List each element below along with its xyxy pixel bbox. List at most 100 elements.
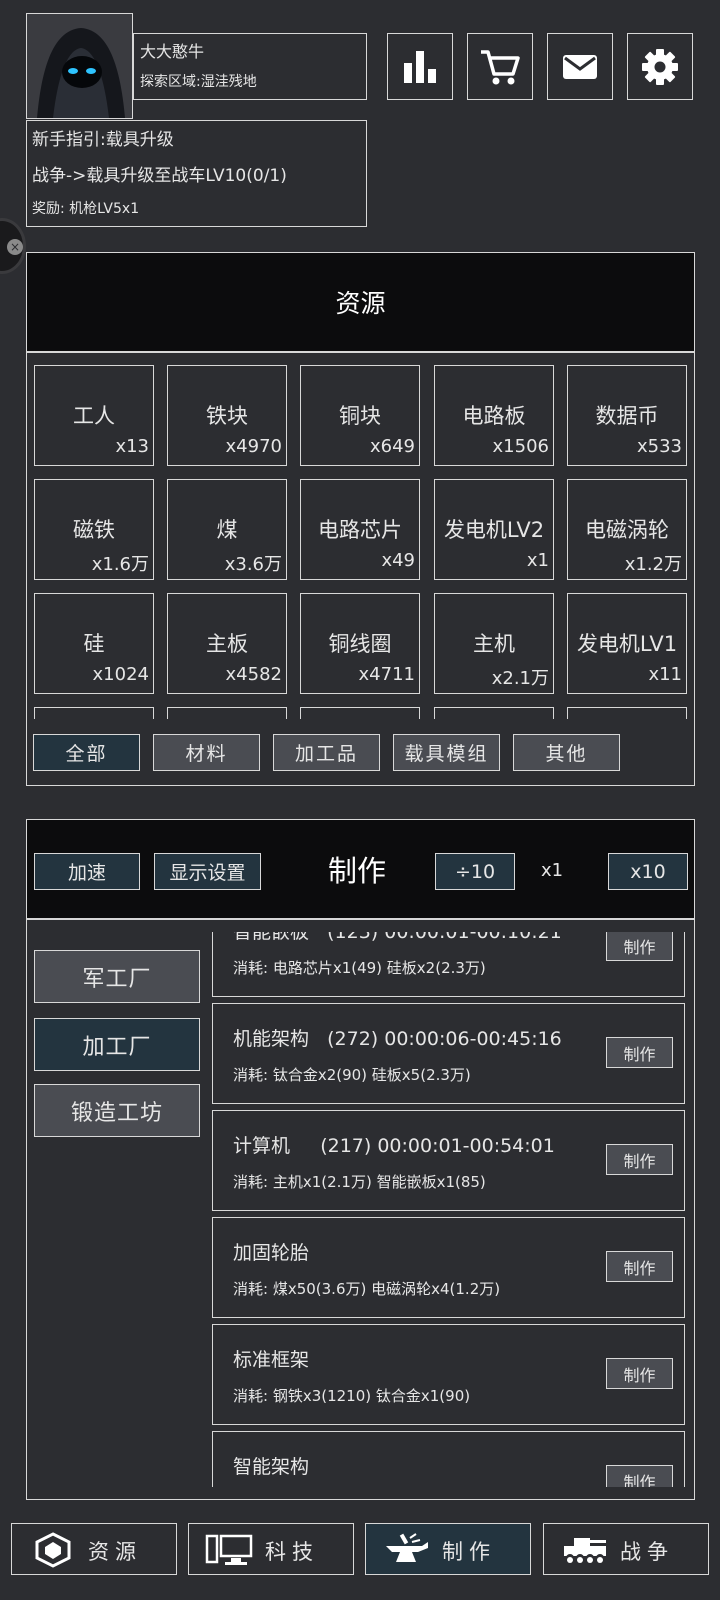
- resource-card[interactable]: 数据币 x533: [567, 365, 687, 466]
- craft-multiplier: x1: [541, 860, 564, 881]
- guide-title: 新手指引:载具升级: [32, 130, 174, 150]
- make-button[interactable]: 制作: [606, 1251, 673, 1282]
- player-name: 大大憨牛: [140, 42, 205, 61]
- factory-tab[interactable]: 锻造工坊: [34, 1084, 200, 1137]
- make-button[interactable]: 制作: [606, 1037, 673, 1068]
- resource-name: 发电机LV1: [576, 632, 678, 656]
- resource-card[interactable]: 电磁涡轮 x1.2万: [567, 479, 687, 580]
- resource-card[interactable]: [300, 707, 420, 719]
- nav-tab-label: 战争: [620, 1540, 674, 1564]
- resource-card[interactable]: 铜块 x649: [300, 365, 420, 466]
- resource-card[interactable]: 硅 x1024: [34, 593, 154, 694]
- resources-panel: 资源 工人 x13 铁块 x4970 铜块 x649 电路板 x1506 数据币 x533 磁铁 x1…: [26, 252, 695, 786]
- guide-task: 战争->载具升级至战车LV10(0/1): [32, 166, 287, 186]
- resource-count: x13: [115, 436, 149, 457]
- resource-card[interactable]: [34, 707, 154, 719]
- resource-card[interactable]: 主板 x4582: [167, 593, 287, 694]
- resource-count: x49: [381, 550, 415, 571]
- stats-icon: [404, 50, 436, 83]
- resource-card[interactable]: [434, 707, 554, 719]
- resource-name: 电路板: [462, 404, 526, 428]
- settings-button[interactable]: [627, 33, 693, 100]
- resource-count: x4582: [225, 664, 282, 685]
- resource-name: 磁铁: [73, 518, 115, 542]
- factory-tab[interactable]: 军工厂: [34, 950, 200, 1003]
- resource-card[interactable]: [167, 707, 287, 719]
- recipe-card: 计算机 (217) 00:00:01-00:54:01 消耗: 主机x1(2.1万…: [212, 1110, 685, 1211]
- display-settings-button[interactable]: 显示设置: [154, 853, 261, 890]
- nav-tab-label: 制作: [442, 1540, 496, 1564]
- nav-tab-label: 科技: [265, 1540, 319, 1564]
- resource-card[interactable]: 工人 x13: [34, 365, 154, 466]
- stats-button[interactable]: [387, 33, 453, 100]
- resource-card[interactable]: 磁铁 x1.6万: [34, 479, 154, 580]
- resource-card[interactable]: 发电机LV2 x1: [434, 479, 554, 580]
- resource-grid[interactable]: 工人 x13 铁块 x4970 铜块 x649 电路板 x1506 数据币 x533 磁铁 x1.6万…: [27, 355, 694, 719]
- explore-zone: 探索区域:湿洼残地: [140, 74, 257, 90]
- recipe-list[interactable]: 智能嵌板 (123) 00:00:01-00:10:21 消耗: 电路芯片x1(4…: [212, 932, 694, 1487]
- nav-tab[interactable]: 制作: [365, 1523, 531, 1575]
- resource-name: 电磁涡轮: [585, 518, 669, 542]
- make-button[interactable]: 制作: [606, 1465, 673, 1487]
- make-button[interactable]: 制作: [606, 1358, 673, 1389]
- filter-tab[interactable]: 材料: [153, 734, 260, 771]
- mail-button[interactable]: [547, 33, 613, 100]
- guide-reward: 奖励: 机枪LV5x1: [32, 201, 140, 217]
- recipe-title: 智能嵌板 (123) 00:00:01-00:10:21: [233, 932, 562, 943]
- resource-card[interactable]: [567, 707, 687, 719]
- make-button[interactable]: 制作: [606, 932, 673, 961]
- factory-tab[interactable]: 加工厂: [34, 1018, 200, 1071]
- craft-panel: 加速 显示设置 制作 ÷10 x1 x10 军工厂加工厂锻造工坊 智能嵌板 (1…: [26, 819, 695, 1500]
- player-info: 大大憨牛 探索区域:湿洼残地: [133, 33, 367, 100]
- resource-name: 工人: [73, 404, 115, 428]
- recipe-title: 机能架构 (272) 00:00:06-00:45:16: [233, 1028, 562, 1050]
- multiply-ten-button[interactable]: x10: [608, 853, 688, 890]
- newbie-guide[interactable]: 新手指引:载具升级 战争->载具升级至战车LV10(0/1) 奖励: 机枪LV5…: [26, 120, 367, 227]
- resource-name: 铁块: [206, 404, 248, 428]
- recipe-cost: 消耗: 煤x50(3.6万) 电磁涡轮x4(1.2万): [233, 1280, 501, 1298]
- nav-tab[interactable]: 战争: [543, 1523, 709, 1575]
- filter-tab[interactable]: 载具模组: [393, 734, 500, 771]
- resource-card[interactable]: 主机 x2.1万: [434, 593, 554, 694]
- resource-card[interactable]: 铜线圈 x4711: [300, 593, 420, 694]
- filter-tab[interactable]: 全部: [33, 734, 140, 771]
- avatar[interactable]: [26, 13, 133, 119]
- recipe-title: 计算机 (217) 00:00:01-00:54:01: [233, 1135, 555, 1157]
- resource-card[interactable]: 煤 x3.6万: [167, 479, 287, 580]
- recipe-title: 标准框架: [233, 1349, 310, 1371]
- make-button[interactable]: 制作: [606, 1144, 673, 1175]
- craft-header: 加速 显示设置 制作 ÷10 x1 x10: [27, 820, 694, 920]
- anvil-icon: [386, 1533, 428, 1562]
- resource-name: 主机: [473, 632, 515, 656]
- close-icon: ×: [7, 239, 23, 255]
- hooded-figure-icon: [27, 14, 132, 118]
- tank-icon: [564, 1538, 606, 1563]
- shop-cart-icon: [481, 49, 520, 84]
- resource-name: 铜线圈: [328, 632, 392, 656]
- filter-tab[interactable]: 其他: [513, 734, 620, 771]
- resource-count: x1506: [492, 436, 549, 457]
- divide-ten-button[interactable]: ÷10: [435, 853, 515, 890]
- resource-count: x1: [526, 550, 549, 571]
- recipe-title: 加固轮胎: [233, 1242, 310, 1264]
- recipe-card: 智能架构 制作: [212, 1431, 685, 1487]
- resource-card[interactable]: 铁块 x4970: [167, 365, 287, 466]
- computer-icon: [205, 1534, 253, 1565]
- side-drawer-handle[interactable]: ×: [0, 218, 26, 274]
- resources-title: 资源: [27, 253, 694, 353]
- nav-tab[interactable]: 资源: [11, 1523, 177, 1575]
- resource-card[interactable]: 电路板 x1506: [434, 365, 554, 466]
- recipe-card: 智能嵌板 (123) 00:00:01-00:10:21 消耗: 电路芯片x1(4…: [212, 932, 685, 997]
- resource-count: x3.6万: [224, 554, 282, 575]
- filter-tab[interactable]: 加工品: [273, 734, 380, 771]
- resource-card[interactable]: 发电机LV1 x11: [567, 593, 687, 694]
- resource-count: x1.6万: [91, 554, 149, 575]
- nav-tab[interactable]: 科技: [188, 1523, 354, 1575]
- speedup-button[interactable]: 加速: [34, 853, 140, 890]
- recipe-cost: 消耗: 主机x1(2.1万) 智能嵌板x1(85): [233, 1173, 486, 1191]
- resource-gem-icon: [35, 1532, 71, 1568]
- shop-button[interactable]: [467, 33, 533, 100]
- gear-icon: [642, 48, 678, 85]
- resource-card[interactable]: 电路芯片 x49: [300, 479, 420, 580]
- resource-count: x2.1万: [491, 668, 549, 689]
